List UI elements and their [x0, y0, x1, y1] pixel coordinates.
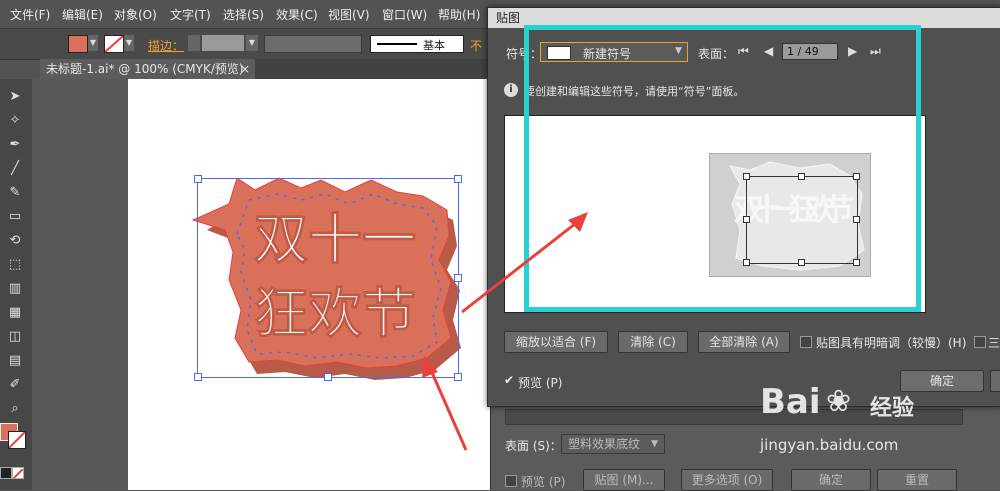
handle-top-left[interactable]	[194, 175, 202, 183]
chevron-down-icon: ▼	[651, 439, 658, 449]
menu-type[interactable]: 文字(T)	[170, 6, 211, 23]
clear-all-button[interactable]: 全部清除 (A)	[698, 331, 790, 353]
line-tool-icon[interactable]: ╱	[4, 159, 26, 179]
handle-bottom-left[interactable]	[194, 373, 202, 381]
clear-button[interactable]: 清除 (C)	[618, 331, 688, 353]
close-icon[interactable]: ×	[240, 59, 250, 79]
annotation-arrows	[422, 212, 588, 451]
gradient-tool-icon[interactable]: ▦	[4, 303, 26, 323]
handle-top-right[interactable]	[454, 175, 462, 183]
invisible-geometry-checkbox[interactable]	[974, 336, 986, 348]
brush-select[interactable]: 基本	[370, 35, 464, 53]
paw-icon: ❀	[826, 384, 852, 419]
stroke-label[interactable]: 描边：	[148, 37, 184, 54]
no-stroke-icon	[105, 36, 123, 52]
stroke-swatch[interactable]	[104, 35, 124, 53]
watermark: Bai ❀ 经验 jingyan.baidu.com	[760, 382, 960, 454]
brush-tool-icon[interactable]: ✎	[4, 183, 26, 203]
stroke-color-icon[interactable]	[8, 431, 26, 449]
eraser-tool-icon[interactable]: ▭	[4, 207, 26, 227]
opacity-label[interactable]: 不	[470, 37, 482, 54]
watermark-url: jingyan.baidu.com	[760, 436, 899, 454]
reset-button[interactable]: 重置	[877, 469, 957, 491]
none-mode-icon[interactable]	[12, 467, 24, 479]
menu-view[interactable]: 视图(V)	[328, 6, 370, 23]
info-icon: i	[504, 83, 518, 97]
more-options-button[interactable]: 更多选项 (O)	[681, 469, 773, 491]
document-tab[interactable]: 未标题-1.ai* @ 100% (CMYK/预览) ×	[40, 59, 255, 79]
chevron-down-icon[interactable]: ▼	[246, 35, 258, 51]
fill-swatch[interactable]	[68, 35, 88, 53]
shade-artwork-checkbox[interactable]	[800, 336, 812, 348]
shade-artwork-label: 贴图具有明暗调（较慢）(H)	[816, 336, 967, 350]
rotate-tool-icon[interactable]: ⟲	[4, 231, 26, 251]
menu-file[interactable]: 文件(F)	[10, 6, 50, 23]
selection-tool-icon[interactable]: ➤	[4, 87, 26, 107]
stroke-weight-input[interactable]	[202, 35, 244, 51]
map-art-button[interactable]: 贴图 (M)...	[583, 469, 665, 491]
menu-help[interactable]: 帮助(H)	[438, 6, 480, 23]
pen-tool-icon[interactable]: ✒	[4, 135, 26, 155]
document-tab-title: 未标题-1.ai* @ 100% (CMYK/预览)	[46, 62, 244, 76]
eyedropper-tool-icon[interactable]: ✐	[4, 375, 26, 395]
menu-object[interactable]: 对象(O)	[114, 6, 157, 23]
menu-window[interactable]: 窗口(W)	[382, 6, 427, 23]
shape-builder-icon[interactable]: ◫	[4, 327, 26, 347]
menu-effect[interactable]: 效果(C)	[276, 6, 318, 23]
dialog-title: 贴图	[496, 11, 521, 25]
arrow-line-up	[461, 218, 581, 314]
chevron-down-icon[interactable]: ▼	[88, 35, 98, 51]
arrow-head-down	[422, 356, 438, 378]
ok-button-back[interactable]: 确定	[791, 469, 871, 491]
chart-tool-icon[interactable]: ▤	[4, 351, 26, 371]
watermark-brand: Bai	[760, 382, 821, 422]
arrow-head-up	[568, 212, 588, 232]
arrow-line-down	[428, 367, 468, 451]
zoom-tool-icon[interactable]: ⌕	[4, 399, 26, 419]
handle-bottom-center[interactable]	[324, 373, 332, 381]
color-mode-icon[interactable]	[0, 467, 12, 479]
menu-edit[interactable]: 编辑(E)	[62, 6, 103, 23]
stroke-stepper[interactable]	[188, 35, 200, 51]
preview-checkbox-back[interactable]	[505, 475, 517, 487]
chevron-down-icon[interactable]: ▼	[124, 35, 134, 51]
menu-select[interactable]: 选择(S)	[223, 6, 264, 23]
variable-width-select[interactable]	[264, 35, 362, 53]
cancel-button-partial[interactable]	[990, 370, 1000, 392]
watermark-brand2: 经验	[870, 396, 915, 421]
lasso-tool-icon[interactable]: ✧	[4, 111, 26, 131]
tools-panel: ➤ ✧ ✒ ╱ ✎ ▭ ⟲ ⬚ ▥ ▦ ◫ ▤ ✐ ⌕	[0, 79, 33, 490]
warp-tool-icon[interactable]: ⬚	[4, 255, 26, 275]
graph-tool-icon[interactable]: ▥	[4, 279, 26, 299]
